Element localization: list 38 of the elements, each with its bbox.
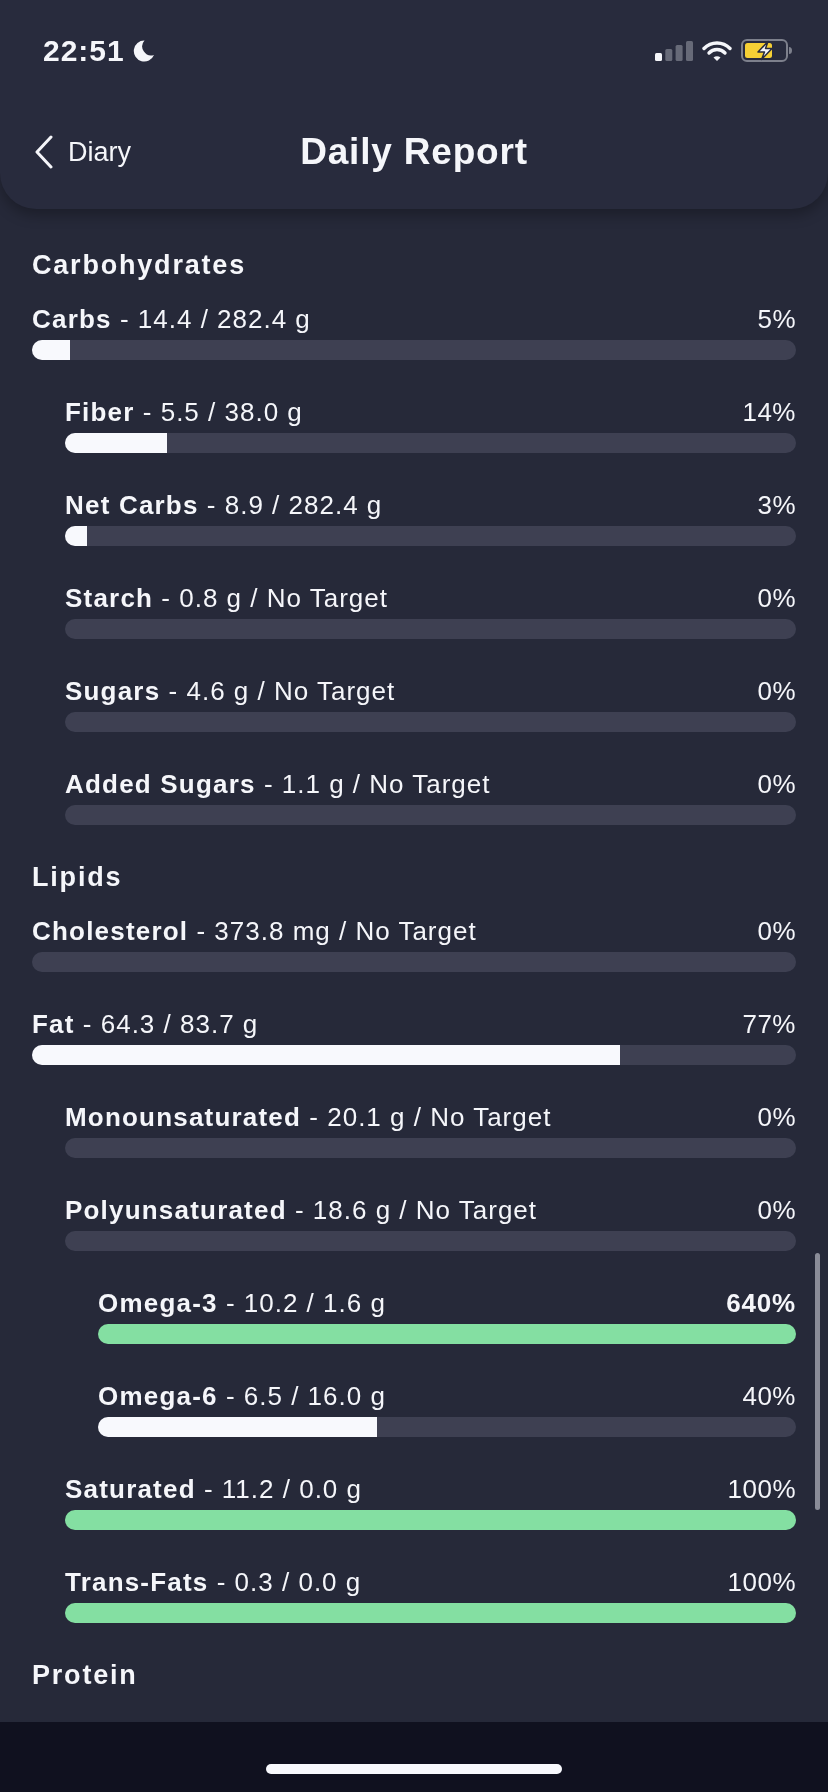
nutrient-label: Omega-6 - 6.5 / 16.0 g: [98, 1381, 386, 1411]
nutrient-label: Fiber - 5.5 / 38.0 g: [65, 397, 303, 427]
percent-value: 0%: [757, 1102, 796, 1132]
wifi-icon: [702, 39, 732, 62]
nutrient-label: Cholesterol - 373.8 mg / No Target: [32, 916, 477, 946]
nutrient-label: Sugars - 4.6 g / No Target: [65, 676, 396, 706]
nutrient-label: Fat - 64.3 / 83.7 g: [32, 1009, 259, 1039]
percent-value: 100%: [727, 1567, 796, 1597]
nutrient-label: Polyunsaturated - 18.6 g / No Target: [65, 1195, 538, 1225]
nutrient-label: Saturated - 11.2 / 0.0 g: [65, 1474, 362, 1504]
percent-value: 100%: [727, 1474, 796, 1504]
percent-value: 14%: [742, 397, 796, 427]
section-title: Carbohydrates: [32, 250, 247, 280]
nutrient-label: Net Carbs - 8.9 / 282.4 g: [65, 490, 383, 520]
section-title: Lipids: [32, 862, 124, 892]
nutrient-label: Carbs - 14.4 / 282.4 g: [32, 304, 311, 334]
section-title: Protein: [32, 1660, 139, 1690]
nutrient-label: Omega-3 - 10.2 / 1.6 g: [98, 1288, 386, 1318]
percent-value: 0%: [757, 583, 796, 613]
nutrient-label: Added Sugars - 1.1 g / No Target: [65, 769, 491, 799]
percent-value: 0%: [757, 676, 796, 706]
nutrient-label: Monounsaturated - 20.1 g / No Target: [65, 1102, 552, 1132]
back-button[interactable]: Diary: [34, 135, 131, 169]
chevron-left-icon: [34, 135, 54, 169]
percent-value: 77%: [742, 1009, 796, 1039]
percent-value: 0%: [757, 1195, 796, 1225]
percent-value: 3%: [757, 490, 796, 520]
status-time: 22:51: [43, 33, 125, 68]
percent-value: 0%: [757, 769, 796, 799]
percent-value: 0%: [757, 916, 796, 946]
percent-value: 40%: [742, 1381, 796, 1411]
battery-icon: [741, 39, 793, 62]
signal-icon: [655, 40, 693, 61]
nutrient-label: Starch - 0.8 g / No Target: [65, 583, 388, 613]
nutrient-label: Trans-Fats - 0.3 / 0.0 g: [65, 1567, 362, 1597]
percent-value: 640%: [726, 1288, 796, 1318]
percent-value: 5%: [757, 304, 796, 334]
screen-title: Daily Report: [300, 131, 528, 173]
